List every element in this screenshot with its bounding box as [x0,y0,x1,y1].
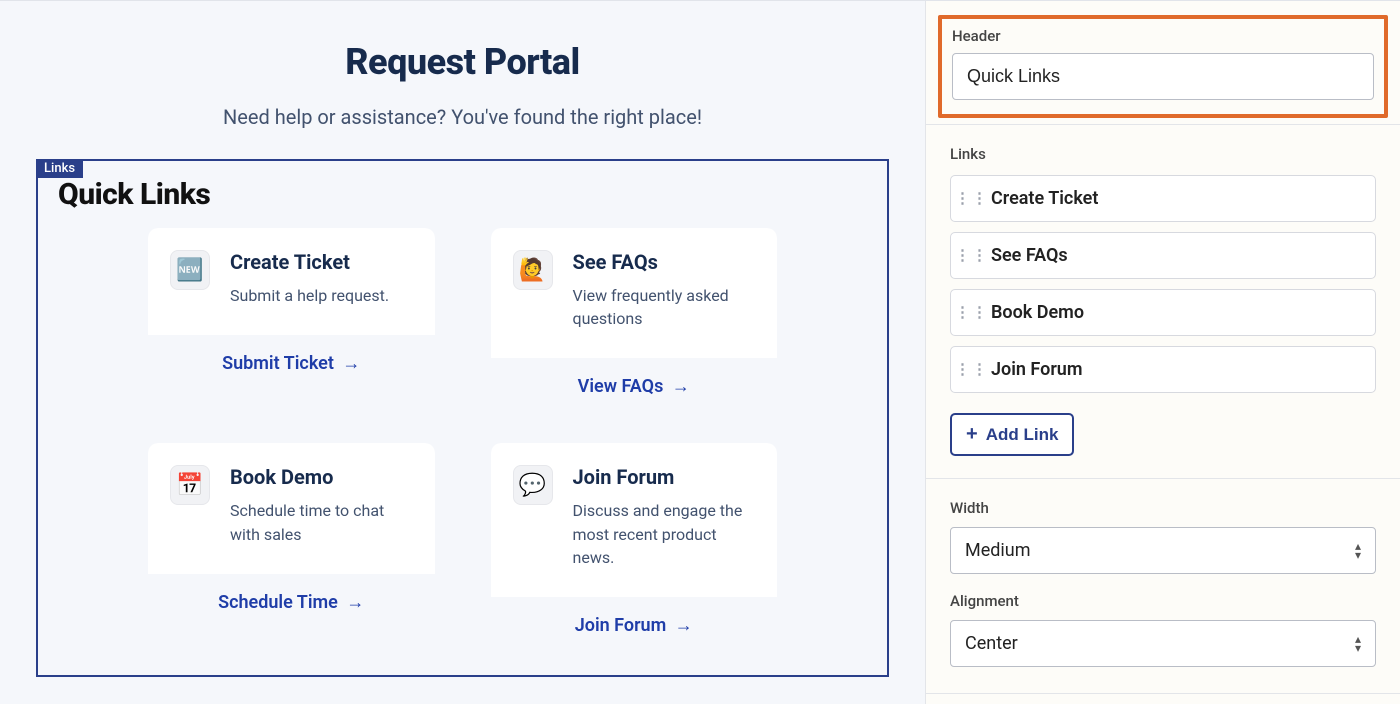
width-select[interactable]: Medium ▴▾ [950,527,1376,574]
header-input[interactable] [952,53,1374,100]
raising-hand-icon: 🙋 [513,250,553,290]
arrow-right-icon: → [346,592,364,613]
drag-handle-icon[interactable]: ⋮⋮ [965,362,979,377]
card-title: See FAQs [573,250,756,274]
speech-bubble-icon: 💬 [513,465,553,505]
links-block[interactable]: Links Quick Links 🆕 Create Ticket Submit… [36,159,889,677]
alignment-label: Alignment [950,592,1376,610]
alignment-value: Center [965,633,1018,654]
card-desc: Discuss and engage the most recent produ… [573,499,756,569]
arrow-right-icon: → [672,376,690,397]
add-link-button[interactable]: + Add Link [950,413,1074,456]
card-top: 🆕 Create Ticket Submit a help request. [148,228,435,335]
card-desc: Schedule time to chat with sales [230,499,413,545]
alignment-section: Alignment Center ▴▾ [926,578,1400,671]
card-title: Book Demo [230,465,413,489]
header-label: Header [952,27,1374,45]
link-item-label: See FAQs [991,245,1068,266]
link-item-book-demo[interactable]: ⋮⋮ Book Demo [950,289,1376,336]
card-action-label: Join Forum [575,615,666,636]
alignment-select[interactable]: Center ▴▾ [950,620,1376,667]
drag-handle-icon[interactable]: ⋮⋮ [965,191,979,206]
card-action-label: View FAQs [578,376,664,397]
card-title: Join Forum [573,465,756,489]
block-heading: Quick Links [58,177,871,212]
card-action-view-faqs[interactable]: View FAQs → [491,358,778,415]
width-label: Width [950,499,1376,517]
card-action-submit-ticket[interactable]: Submit Ticket → [148,335,435,392]
links-section: Links ⋮⋮ Create Ticket ⋮⋮ See FAQs ⋮⋮ Bo… [926,125,1400,460]
links-label: Links [950,145,1376,163]
card-top: 🙋 See FAQs View frequently asked questio… [491,228,778,358]
link-item-create-ticket[interactable]: ⋮⋮ Create Ticket [950,175,1376,222]
link-item-join-forum[interactable]: ⋮⋮ Join Forum [950,346,1376,393]
arrow-right-icon: → [675,615,693,636]
drag-handle-icon[interactable]: ⋮⋮ [965,305,979,320]
card-action-schedule-time[interactable]: Schedule Time → [148,574,435,631]
card-title: Create Ticket [230,250,413,274]
width-value: Medium [965,540,1031,561]
link-item-label: Create Ticket [991,188,1098,209]
select-stepper-icon: ▴▾ [1355,542,1361,559]
portal-subtitle: Need help or assistance? You've found th… [0,105,925,129]
link-card-join-forum[interactable]: 💬 Join Forum Discuss and engage the most… [491,443,778,654]
new-icon: 🆕 [170,250,210,290]
card-action-label: Schedule Time [218,592,338,613]
width-section: Width Medium ▴▾ [926,479,1400,578]
card-top: 💬 Join Forum Discuss and engage the most… [491,443,778,597]
portal-title: Request Portal [0,41,925,83]
drag-handle-icon[interactable]: ⋮⋮ [965,248,979,263]
link-item-label: Join Forum [991,359,1082,380]
preview-canvas: Request Portal Need help or assistance? … [0,1,925,704]
header-field-highlight: Header [938,15,1388,118]
plus-icon: + [966,423,978,446]
block-tag: Links [36,159,83,178]
add-link-label: Add Link [986,425,1059,445]
settings-sidebar: Header Links ⋮⋮ Create Ticket ⋮⋮ See FAQ… [925,1,1400,704]
link-card-see-faqs[interactable]: 🙋 See FAQs View frequently asked questio… [491,228,778,415]
card-action-label: Submit Ticket [222,353,334,374]
link-card-create-ticket[interactable]: 🆕 Create Ticket Submit a help request. S… [148,228,435,415]
link-item-see-faqs[interactable]: ⋮⋮ See FAQs [950,232,1376,279]
card-desc: View frequently asked questions [573,284,756,330]
calendar-icon: 📅 [170,465,210,505]
arrow-right-icon: → [342,353,360,374]
cards-grid: 🆕 Create Ticket Submit a help request. S… [54,228,871,654]
card-desc: Submit a help request. [230,284,413,307]
link-item-label: Book Demo [991,302,1084,323]
card-top: 📅 Book Demo Schedule time to chat with s… [148,443,435,573]
card-action-join-forum[interactable]: Join Forum → [491,597,778,654]
select-stepper-icon: ▴▾ [1355,635,1361,652]
link-card-book-demo[interactable]: 📅 Book Demo Schedule time to chat with s… [148,443,435,654]
